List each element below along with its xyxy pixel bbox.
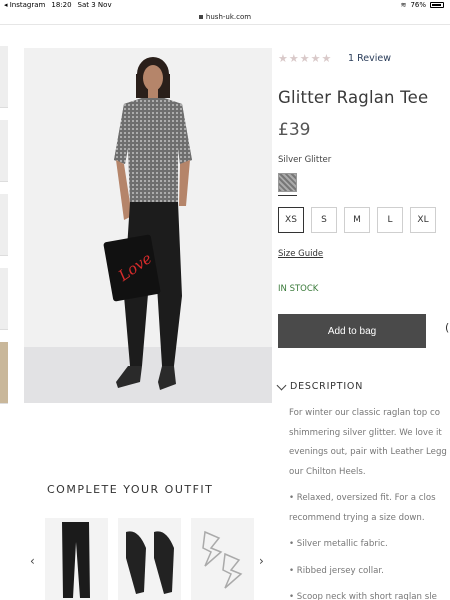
battery-percent: 76%: [410, 1, 426, 9]
lock-icon: [198, 15, 203, 19]
size-guide-link[interactable]: Size Guide: [278, 249, 323, 259]
description-heading: DESCRIPTION: [290, 381, 364, 392]
description-bullet: • Scoop neck with short raglan sle: [289, 592, 437, 600]
product-image[interactable]: Love: [24, 48, 272, 403]
colour-label: Silver Glitter: [278, 155, 332, 165]
description-line: recommend trying a size down.: [289, 512, 425, 523]
size-option-l[interactable]: L: [377, 207, 403, 233]
outfit-item-earrings[interactable]: [191, 518, 254, 600]
swatch-selected-indicator: [278, 195, 297, 196]
review-link[interactable]: 1 Review: [348, 53, 391, 64]
outfit-carousel: [45, 518, 254, 600]
description-bullet: • Ribbed jersey collar.: [289, 565, 384, 576]
divider: [0, 24, 450, 25]
outfit-section-title: COMPLETE YOUR OUTFIT: [47, 483, 214, 496]
size-option-xs[interactable]: XS: [278, 207, 304, 233]
description-line: our Chilton Heels.: [289, 466, 366, 477]
size-option-m[interactable]: M: [344, 207, 370, 233]
outfit-item-trousers[interactable]: [45, 518, 108, 600]
thumbnail[interactable]: [0, 46, 8, 108]
rating-stars: ★★★★★: [278, 52, 333, 65]
battery-icon: [430, 2, 444, 8]
description-line: For winter our classic raglan top co: [289, 408, 440, 418]
chevron-down-icon: [276, 380, 287, 390]
description-bullet: • Relaxed, oversized fit. For a clos: [289, 493, 436, 503]
description-toggle[interactable]: DESCRIPTION: [276, 380, 364, 392]
stock-status: IN STOCK: [278, 284, 319, 294]
carousel-next-button[interactable]: ›: [259, 554, 264, 568]
product-price: £39: [278, 120, 311, 140]
thumbnail[interactable]: [0, 342, 8, 404]
thumbnail[interactable]: [0, 268, 8, 330]
description-bullet: • Silver metallic fabric.: [289, 539, 388, 549]
thumbnail[interactable]: [0, 120, 8, 182]
description-line: evenings out, pair with Leather Legg: [289, 447, 447, 457]
size-option-s[interactable]: S: [311, 207, 337, 233]
thumbnail-strip: [0, 46, 8, 406]
description-line: shimmering silver glitter. We love it: [289, 427, 442, 438]
size-selector: XS S M L XL: [278, 207, 436, 233]
wifi-icon: ≋: [400, 1, 407, 9]
status-time: 18:20: [51, 1, 72, 9]
url-bar[interactable]: hush-uk.com: [0, 10, 450, 24]
description-text: For winter our classic raglan top co shi…: [289, 404, 450, 600]
url-domain: hush-uk.com: [205, 13, 252, 21]
colour-swatch[interactable]: [278, 173, 297, 192]
product-title: Glitter Raglan Tee: [278, 88, 429, 107]
carousel-prev-button[interactable]: ‹: [30, 554, 35, 568]
heels-image: [126, 531, 174, 594]
model-illustration: Love: [103, 57, 192, 390]
trousers-image: [62, 522, 90, 598]
outfit-item-heels[interactable]: [118, 518, 181, 600]
size-option-xl[interactable]: XL: [410, 207, 436, 233]
earrings-image: [202, 530, 243, 589]
add-to-bag-button[interactable]: Add to bag: [278, 314, 426, 348]
back-to-app-link[interactable]: ◂ Instagram: [4, 1, 45, 9]
status-date: Sat 3 Nov: [77, 1, 112, 9]
wishlist-button[interactable]: (: [445, 321, 449, 334]
thumbnail[interactable]: [0, 194, 8, 256]
